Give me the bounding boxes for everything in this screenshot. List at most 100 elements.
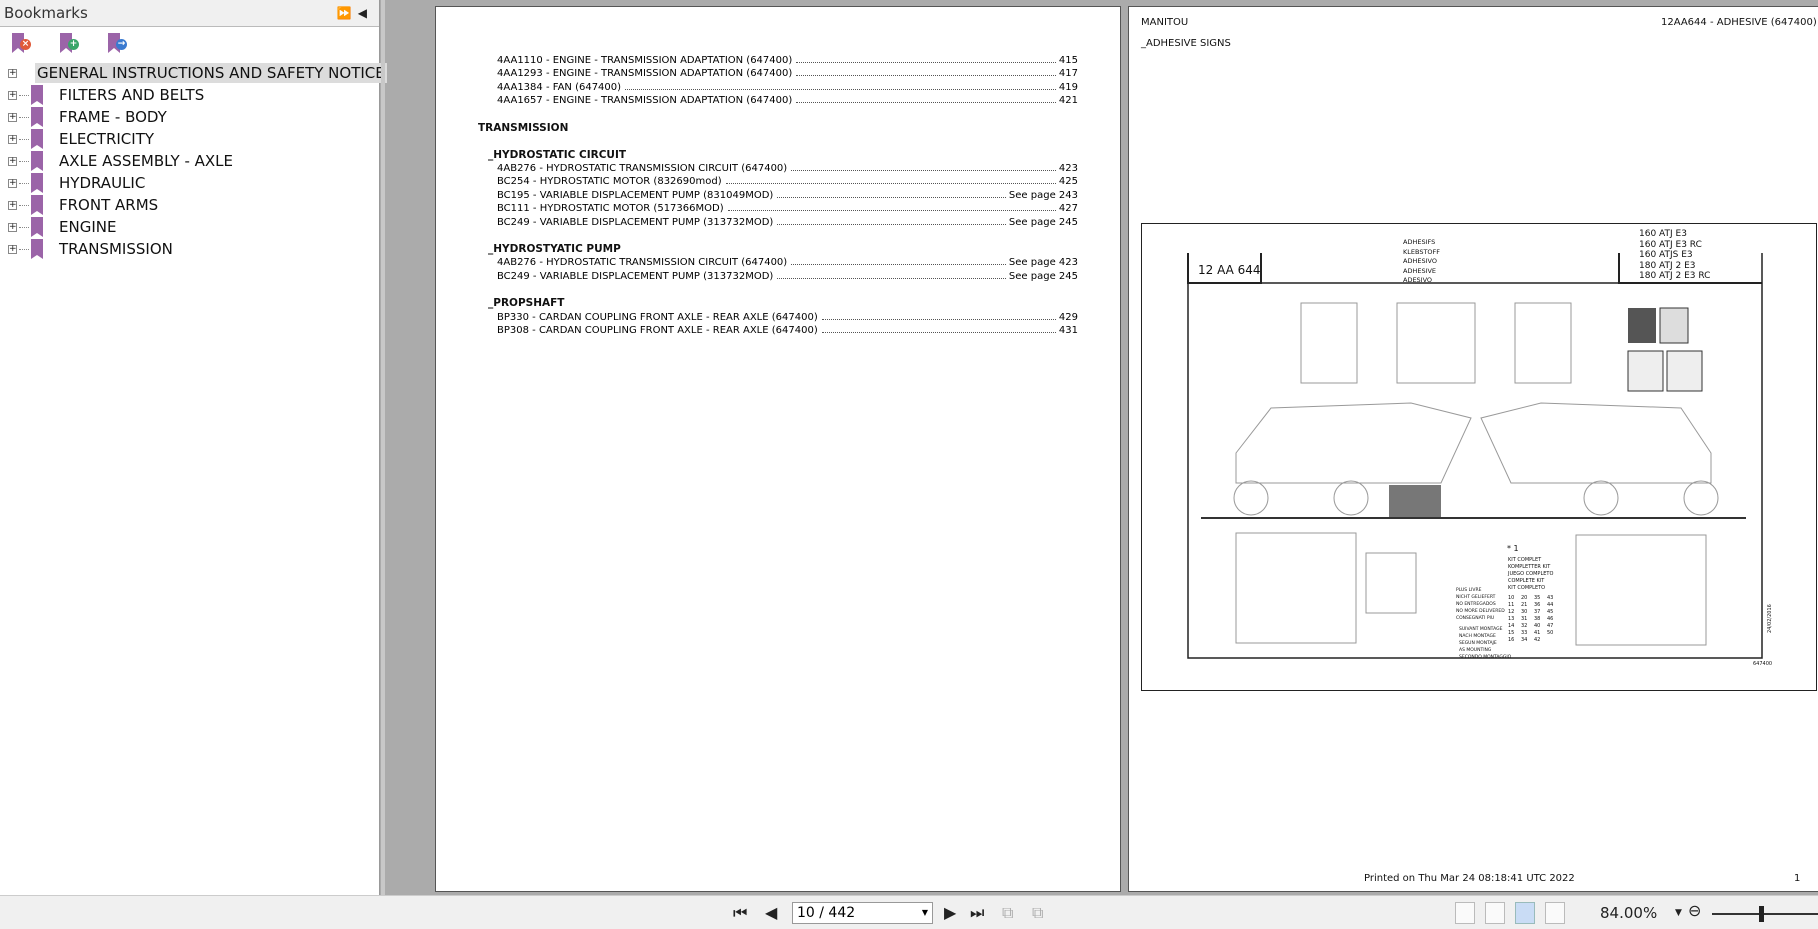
- bookmark-item[interactable]: + ELECTRICITY: [0, 128, 379, 150]
- tree-line: [19, 94, 29, 96]
- goto-bookmark-button[interactable]: →: [108, 33, 128, 55]
- toc-entry[interactable]: 4AA1110 - ENGINE - TRANSMISSION ADAPTATI…: [497, 54, 1078, 67]
- tree-line: [19, 226, 29, 228]
- diagram-model-label: 180 ATJ 2 E3 RC: [1639, 271, 1711, 281]
- toc-entry-page: See page 243: [1008, 189, 1078, 201]
- kit-reference: * 1: [1507, 544, 1519, 553]
- page-number: 1: [1794, 873, 1801, 884]
- expand-icon[interactable]: +: [8, 112, 17, 122]
- toc-leader: [821, 311, 1056, 320]
- kit-number: 47: [1547, 623, 1554, 629]
- toc-entry-page: 415: [1058, 55, 1078, 66]
- toc-entry[interactable]: 4AB276 - HYDROSTATIC TRANSMISSION CIRCUI…: [497, 256, 1078, 269]
- kit-label: KIT COMPLET: [1508, 557, 1542, 563]
- next-view-icon[interactable]: ⧉: [1032, 903, 1043, 923]
- tree-line: [19, 116, 29, 118]
- zoom-level[interactable]: 84.00%: [1600, 904, 1657, 922]
- toc-entry[interactable]: 4AB276 - HYDROSTATIC TRANSMISSION CIRCUI…: [497, 162, 1078, 175]
- zoom-dropdown-icon[interactable]: ▼: [1675, 908, 1682, 918]
- toc-entry-title: 4AA1110 - ENGINE - TRANSMISSION ADAPTATI…: [497, 55, 793, 66]
- collapse-panel-icon[interactable]: ◀: [358, 6, 373, 20]
- tree-line: [19, 248, 29, 250]
- kit-number: 32: [1521, 623, 1528, 629]
- expand-icon[interactable]: +: [8, 178, 17, 188]
- toc-entry-title: 4AA1293 - ENGINE - TRANSMISSION ADAPTATI…: [497, 68, 793, 80]
- toc-entry[interactable]: BC249 - VARIABLE DISPLACEMENT PUMP (3137…: [497, 270, 1078, 283]
- toc-entry[interactable]: 4AA1293 - ENGINE - TRANSMISSION ADAPTATI…: [497, 67, 1078, 80]
- toc-entry-page: 427: [1058, 203, 1078, 215]
- toc-entry[interactable]: BC111 - HYDROSTATIC MOTOR (517366MOD) 427: [497, 202, 1078, 215]
- kit-number: 34: [1521, 637, 1528, 643]
- toc-entry-title: 4AB276 - HYDROSTATIC TRANSMISSION CIRCUI…: [497, 257, 788, 269]
- diagram-language-label: ADHESIFS: [1403, 238, 1436, 246]
- add-bookmark-button[interactable]: +: [60, 33, 80, 55]
- toc-leader: [625, 81, 1056, 90]
- toc-group-heading: _PROPSHAFT: [488, 297, 565, 310]
- bookmark-item[interactable]: + ENGINE: [0, 216, 379, 238]
- expand-icon[interactable]: +: [8, 244, 17, 254]
- toc-entry-page: See page 423: [1008, 257, 1078, 269]
- toc-entry[interactable]: BC254 - HYDROSTATIC MOTOR (832690mod) 425: [497, 175, 1078, 188]
- toc-entry[interactable]: 4AA1657 - ENGINE - TRANSMISSION ADAPTATI…: [497, 94, 1078, 107]
- toc-entry[interactable]: BP330 - CARDAN COUPLING FRONT AXLE - REA…: [497, 311, 1078, 324]
- kit-number: 35: [1534, 595, 1541, 601]
- toc-entry-page: 429: [1058, 311, 1078, 323]
- chevron-down-icon[interactable]: ▼: [922, 903, 928, 923]
- bookmarks-header: Bookmarks ⏩◀: [0, 0, 379, 27]
- expand-icon[interactable]: +: [8, 90, 17, 100]
- toc-leader: [796, 54, 1056, 63]
- expand-panel-icon[interactable]: ⏩: [337, 6, 358, 20]
- facing-pages-view-button[interactable]: [1515, 902, 1535, 924]
- bookmark-label: HYDRAULIC: [59, 174, 146, 192]
- continuous-view-button[interactable]: [1485, 902, 1505, 924]
- zoom-slider[interactable]: [1712, 906, 1818, 922]
- zoom-out-icon[interactable]: ⊖: [1688, 901, 1701, 920]
- kit-number: 10: [1508, 595, 1515, 601]
- toc-leader: [777, 270, 1006, 279]
- previous-view-icon[interactable]: ⧉: [1002, 903, 1013, 923]
- diagram-language-label: ADHESIVE: [1403, 266, 1437, 275]
- expand-icon[interactable]: +: [8, 134, 17, 144]
- first-page-icon[interactable]: ⏮: [733, 903, 747, 923]
- toc-entry-page: 421: [1058, 95, 1078, 107]
- as-mounting-label: SUIVANT MONTAGE: [1459, 627, 1503, 632]
- tree-line: [19, 204, 29, 206]
- page-number-input[interactable]: 10 / 442 ▼: [792, 902, 933, 924]
- bookmark-item[interactable]: + AXLE ASSEMBLY - AXLE: [0, 150, 379, 172]
- as-mounting-label: SECONDO MONTAGGIO: [1459, 655, 1512, 660]
- toc-entry[interactable]: BC195 - VARIABLE DISPLACEMENT PUMP (8310…: [497, 189, 1078, 202]
- expand-icon[interactable]: +: [8, 156, 17, 166]
- delete-bookmark-button[interactable]: ×: [12, 33, 32, 55]
- bookmark-label: ENGINE: [59, 218, 117, 236]
- expand-icon[interactable]: +: [8, 68, 17, 78]
- next-page-icon[interactable]: ▶: [944, 903, 956, 922]
- toc-leader: [796, 67, 1056, 77]
- diagram-model-label: 160 ATJS E3: [1639, 250, 1693, 260]
- bookmark-item[interactable]: + FRONT ARMS: [0, 194, 379, 216]
- bookmark-item[interactable]: + FRAME - BODY: [0, 106, 379, 128]
- continuous-facing-view-button[interactable]: [1545, 902, 1565, 924]
- kit-number: 43: [1547, 595, 1554, 601]
- last-page-icon[interactable]: ⏭: [970, 903, 984, 923]
- not-supplied-label: NO MORE DELIVERED: [1456, 609, 1505, 614]
- single-page-view-button[interactable]: [1455, 902, 1475, 924]
- kit-number: 31: [1521, 616, 1528, 622]
- expand-icon[interactable]: +: [8, 222, 17, 232]
- toc-entry[interactable]: BP308 - CARDAN COUPLING FRONT AXLE - REA…: [497, 324, 1078, 337]
- panel-splitter[interactable]: [381, 0, 385, 895]
- kit-number: 36: [1534, 602, 1541, 608]
- bookmark-item[interactable]: + HYDRAULIC: [0, 172, 379, 194]
- toc-entry[interactable]: BC249 - VARIABLE DISPLACEMENT PUMP (3137…: [497, 216, 1078, 229]
- previous-page-icon[interactable]: ◀: [765, 903, 777, 922]
- bookmark-item[interactable]: + TRANSMISSION: [0, 238, 379, 260]
- bookmark-item[interactable]: + GENERAL INSTRUCTIONS AND SAFETY NOTICE: [0, 62, 387, 84]
- bookmark-item[interactable]: + FILTERS AND BELTS: [0, 84, 379, 106]
- kit-label: KIT COMPLETO: [1508, 585, 1546, 591]
- zoom-slider-thumb[interactable]: [1759, 906, 1764, 922]
- bookmark-icon: [31, 195, 43, 215]
- expand-icon[interactable]: +: [8, 200, 17, 210]
- kit-number: 11: [1508, 602, 1515, 608]
- not-supplied-label: NO ENTREGADOS: [1456, 602, 1496, 607]
- bookmark-icon: [31, 151, 43, 171]
- toc-entry[interactable]: 4AA1384 - FAN (647400) 419: [497, 81, 1078, 94]
